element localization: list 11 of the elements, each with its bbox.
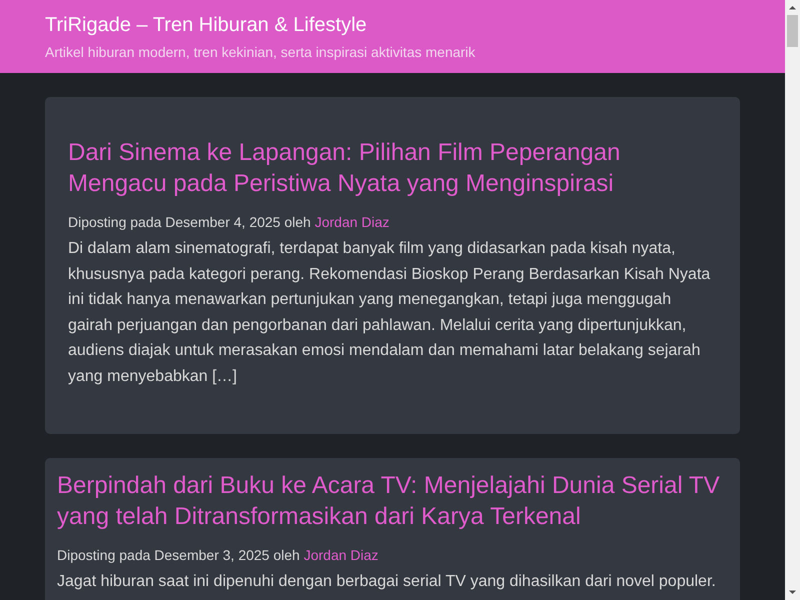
author-link[interactable]: Jordan Diaz <box>314 214 390 230</box>
site-tagline: Artikel hiburan modern, tren kekinian, serta inspirasi aktivitas menarik <box>45 43 476 61</box>
post-excerpt: Di dalam alam sinematografi, terdapat banyak film yang didasarkan pada kisah nyata, khususnya pada kategori perang. Rekomendasi Bioskop Perang Berdasarkan Kisah Nyata ini tidak hanya menawarkan pertunjukan yang menegangkan, tetapi juga menggugah gairah perjuangan dan pengorbanan dari pahlawan. Melalui cerita yang dipertunjukkan, audiens diajak untuk merasakan emosi mendalam dan memahami latar belakang sejarah yang menyebabkan […] <box>68 239 712 387</box>
author-link[interactable]: Jordan Diaz <box>304 546 378 563</box>
post-meta: Diposting pada Desember 4, 2025 oleh Jordan Diaz <box>68 213 390 231</box>
post-title[interactable]: Berpindah dari Buku ke Acara TV: Menjelajahi Dunia Serial TV yang telah Ditransformasikan dari Karya Terkenal <box>57 470 728 532</box>
post-meta: Diposting pada Desember 3, 2025 oleh Jordan Diaz <box>57 546 380 564</box>
post-excerpt: Jagat hiburan saat ini dipenuhi dengan berbagai serial TV yang dihasilkan dari novel populer. <box>57 572 717 592</box>
site-title[interactable]: TriRigade – Tren Hiburan & Lifestyle <box>45 13 740 37</box>
scrollbar-thumb[interactable] <box>787 15 798 47</box>
post-title[interactable]: Dari Sinema ke Lapangan: Pilihan Film Peperangan Mengacu pada Peristiwa Nyata yang Menginspirasi <box>68 137 717 199</box>
